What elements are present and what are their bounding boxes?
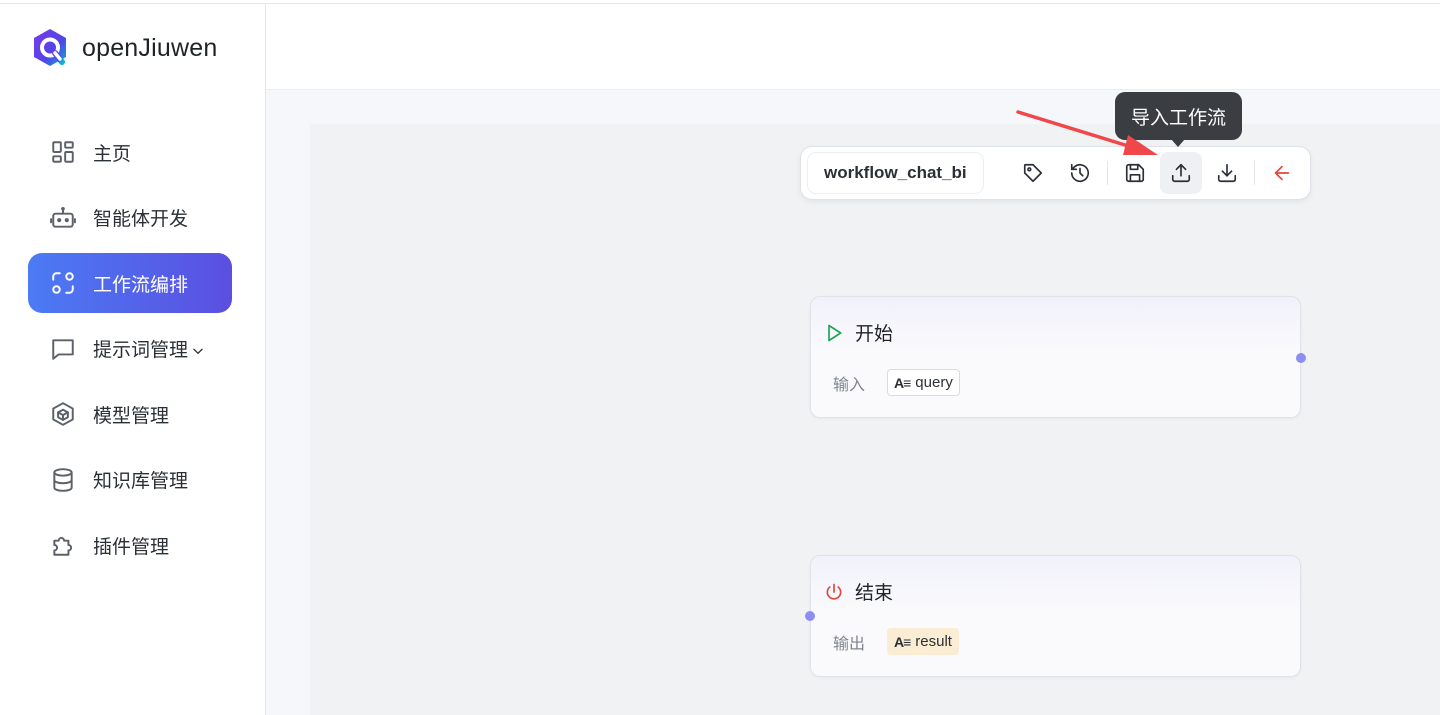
param-tag[interactable]: A≡ query [887, 369, 960, 396]
sidebar-item-knowledge[interactable]: 知识库管理 [28, 450, 232, 510]
dashboard-icon [52, 141, 74, 163]
node-title: 开始 [855, 324, 894, 345]
upload-icon [1171, 163, 1190, 183]
sidebar-item-label: 主页 [93, 143, 132, 165]
text-type-icon: A≡ [894, 374, 911, 391]
node-output-row: 输出 A≡ result [833, 628, 959, 655]
top-header [266, 4, 1440, 90]
back-button[interactable] [1261, 152, 1303, 194]
sidebar-item-label: 智能体开发 [93, 209, 189, 230]
sidebar-item-label: 提示词管理 [93, 340, 189, 361]
sidebar-nav: 主页 智能体开发 工作流编排 提示词管理 模型管理 知识库管理 插件管理 [28, 122, 232, 581]
node-row-label: 输入 [833, 376, 866, 394]
logo-mark-icon [34, 29, 66, 66]
workflow-icon [52, 272, 74, 294]
node-header: 开始 [824, 319, 893, 346]
sidebar-item-workflow[interactable]: 工作流编排 [28, 253, 232, 313]
node-header: 结束 [824, 578, 893, 605]
node-input-row: 输入 A≡ query [833, 369, 960, 396]
robot-icon [50, 206, 76, 228]
back-arrow-icon [1274, 165, 1289, 181]
tag-icon [1023, 163, 1042, 183]
chat-bubble-icon [52, 338, 74, 360]
play-icon [828, 324, 842, 341]
sidebar-item-label: 插件管理 [93, 536, 170, 558]
start-node[interactable]: 开始 输入 A≡ query [810, 296, 1306, 418]
sidebar-item-agent-dev[interactable]: 智能体开发 [28, 188, 232, 248]
download-icon [1217, 163, 1236, 183]
workflow-name[interactable]: workflow_chat_bi [807, 152, 984, 194]
power-icon [826, 583, 842, 600]
node-title: 结束 [855, 583, 894, 604]
text-type-icon: A≡ [894, 633, 911, 650]
puzzle-icon [53, 537, 73, 556]
save-icon [1125, 163, 1144, 183]
end-node[interactable]: 结束 输出 A≡ result [805, 555, 1301, 677]
app-name: openJiuwen [82, 33, 218, 62]
sidebar: openJiuwen 主页 智能体开发 工作流编排 提示词管理 模型管理 知识库… [0, 4, 266, 715]
chevron-down-icon[interactable] [191, 342, 205, 356]
sidebar-item-models[interactable]: 模型管理 [28, 384, 232, 444]
sidebar-item-label: 工作流编排 [93, 274, 189, 296]
param-name: query [915, 374, 953, 391]
cube-icon [52, 402, 74, 426]
output-port[interactable] [1296, 353, 1306, 363]
sidebar-item-label: 模型管理 [93, 405, 170, 427]
annotation-arrow [1016, 110, 1158, 155]
param-tag[interactable]: A≡ result [887, 628, 959, 655]
export-workflow-button[interactable] [1206, 152, 1248, 194]
param-name: result [915, 633, 952, 650]
sidebar-item-home[interactable]: 主页 [28, 122, 232, 182]
sidebar-item-label: 知识库管理 [93, 471, 189, 492]
sidebar-item-plugins[interactable]: 插件管理 [28, 515, 232, 575]
toolbar-divider [1253, 161, 1255, 185]
logo[interactable]: openJiuwen [28, 26, 217, 70]
database-icon [53, 467, 73, 492]
node-row-label: 输出 [833, 635, 866, 653]
input-port[interactable] [805, 611, 815, 621]
sidebar-item-prompts[interactable]: 提示词管理 [28, 319, 232, 379]
history-icon [1070, 163, 1089, 183]
